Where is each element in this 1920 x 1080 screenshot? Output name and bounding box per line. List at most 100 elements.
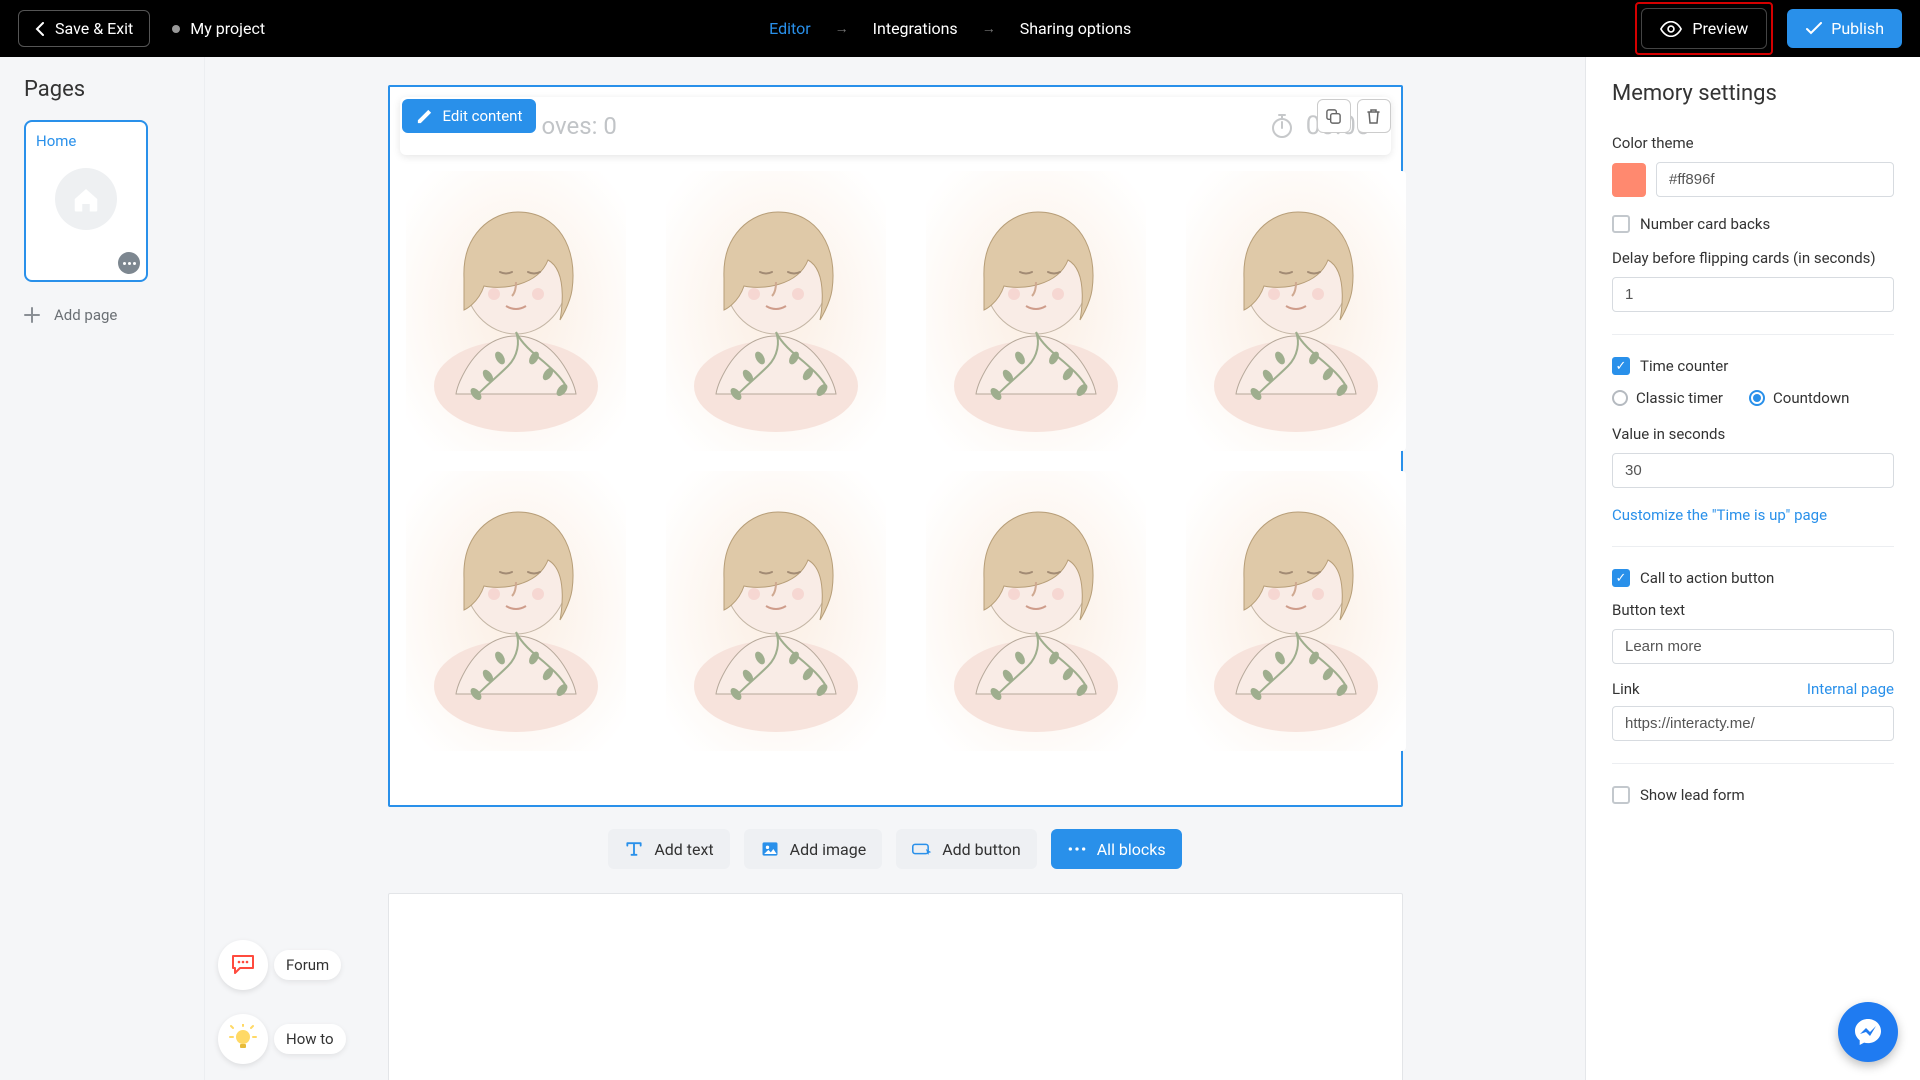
time-counter-label: Time counter <box>1640 357 1728 375</box>
right-panel: Memory settings Color theme Number card … <box>1585 57 1920 1080</box>
project-title: My project <box>190 19 265 38</box>
section-cta: Call to action button Button text Link I… <box>1612 569 1894 764</box>
crumb-sharing[interactable]: Sharing options <box>1020 19 1132 38</box>
radio-selected-icon <box>1749 390 1765 406</box>
cta-row[interactable]: Call to action button <box>1612 569 1894 587</box>
color-hex-input[interactable] <box>1656 162 1894 197</box>
section-lead: Show lead form <box>1612 786 1894 826</box>
link-label: Link <box>1612 680 1640 698</box>
add-image-button[interactable]: Add image <box>744 829 883 869</box>
publish-button[interactable]: Publish <box>1787 9 1902 48</box>
plus-icon <box>24 307 40 323</box>
messenger-icon <box>1852 1016 1884 1048</box>
section-timer: Time counter Classic timer Countdown Val… <box>1612 357 1894 547</box>
publish-label: Publish <box>1831 19 1884 38</box>
memory-card[interactable] <box>406 171 626 451</box>
chat-fab[interactable] <box>1838 1002 1898 1062</box>
block-toolbar: Add text Add image Add button All blocks <box>388 829 1403 869</box>
button-icon <box>912 839 932 859</box>
card-illustration <box>676 486 876 736</box>
add-text-button[interactable]: Add text <box>608 829 729 869</box>
cta-label: Call to action button <box>1640 569 1774 587</box>
left-panel: Pages Home Add page <box>0 57 205 1080</box>
card-illustration <box>416 486 616 736</box>
preview-highlight: Preview <box>1635 2 1773 55</box>
checkbox-unchecked[interactable] <box>1612 215 1630 233</box>
delay-input[interactable] <box>1612 277 1894 312</box>
delay-label: Delay before flipping cards (in seconds) <box>1612 249 1894 267</box>
preview-button[interactable]: Preview <box>1641 8 1767 49</box>
page-menu-button[interactable] <box>118 252 140 274</box>
show-lead-form-row[interactable]: Show lead form <box>1612 786 1894 804</box>
memory-card[interactable] <box>926 171 1146 451</box>
button-text-label: Button text <box>1612 601 1894 619</box>
stage-wrap: Edit content oves: 0 00 <box>388 85 1403 1080</box>
moves-display: oves: 0 <box>542 112 617 140</box>
topbar-right: Preview Publish <box>1635 2 1902 55</box>
number-card-backs-label: Number card backs <box>1640 215 1770 233</box>
all-blocks-label: All blocks <box>1097 840 1166 859</box>
card-illustration <box>936 486 1136 736</box>
memory-card[interactable] <box>406 471 626 751</box>
edit-content-label: Edit content <box>443 107 523 125</box>
add-page-button[interactable]: Add page <box>24 306 180 324</box>
card-illustration <box>936 186 1136 436</box>
topbar: Save & Exit My project Editor → Integrat… <box>0 0 1920 57</box>
crumb-integrations[interactable]: Integrations <box>873 19 958 38</box>
customize-timeup-link[interactable]: Customize the "Time is up" page <box>1612 506 1827 524</box>
internal-page-link[interactable]: Internal page <box>1807 680 1894 698</box>
topbar-left: Save & Exit My project <box>18 10 265 47</box>
link-input[interactable] <box>1612 706 1894 741</box>
memory-card[interactable] <box>1186 471 1406 751</box>
card-illustration <box>1196 486 1396 736</box>
stopwatch-icon <box>1270 112 1294 140</box>
memory-card[interactable] <box>1186 171 1406 451</box>
crumb-arrow-icon: → <box>835 20 849 37</box>
game-header: oves: 0 00:00 <box>400 97 1391 155</box>
value-seconds-input[interactable] <box>1612 453 1894 488</box>
pencil-icon <box>416 108 433 125</box>
delete-button[interactable] <box>1357 99 1391 133</box>
project-indicator: My project <box>172 19 265 38</box>
card-grid <box>400 167 1391 755</box>
save-exit-button[interactable]: Save & Exit <box>18 10 150 47</box>
stage-tools <box>1317 99 1391 133</box>
show-lead-form-label: Show lead form <box>1640 786 1745 804</box>
number-card-backs-row[interactable]: Number card backs <box>1612 215 1894 233</box>
checkbox-checked[interactable] <box>1612 357 1630 375</box>
checkbox-unchecked[interactable] <box>1612 786 1630 804</box>
eye-icon <box>1660 21 1682 37</box>
color-theme-label: Color theme <box>1612 134 1894 152</box>
check-icon <box>1805 22 1823 36</box>
button-text-input[interactable] <box>1612 629 1894 664</box>
breadcrumb: Editor → Integrations → Sharing options <box>769 19 1131 38</box>
rp-title: Memory settings <box>1612 81 1894 106</box>
duplicate-button[interactable] <box>1317 99 1351 133</box>
checkbox-checked[interactable] <box>1612 569 1630 587</box>
edit-content-button[interactable]: Edit content <box>402 99 537 133</box>
add-text-label: Add text <box>654 840 713 859</box>
canvas: Edit content oves: 0 00 <box>205 57 1585 1080</box>
all-blocks-button[interactable]: All blocks <box>1051 829 1182 869</box>
memory-card[interactable] <box>666 171 886 451</box>
trash-icon <box>1366 108 1381 125</box>
radio-classic-timer[interactable]: Classic timer <box>1612 389 1723 407</box>
add-image-label: Add image <box>790 840 867 859</box>
value-seconds-label: Value in seconds <box>1612 425 1894 443</box>
card-illustration <box>416 186 616 436</box>
timer-type-radios: Classic timer Countdown <box>1612 389 1894 407</box>
color-swatch[interactable] <box>1612 163 1646 197</box>
radio-countdown[interactable]: Countdown <box>1749 389 1849 407</box>
empty-block[interactable] <box>388 893 1403 1080</box>
page-thumb-home[interactable]: Home <box>24 120 148 282</box>
page-thumb-label: Home <box>36 132 136 150</box>
pages-title: Pages <box>24 77 180 102</box>
time-counter-row[interactable]: Time counter <box>1612 357 1894 375</box>
memory-card[interactable] <box>666 471 886 751</box>
preview-label: Preview <box>1692 19 1748 38</box>
add-button-button[interactable]: Add button <box>896 829 1037 869</box>
save-exit-label: Save & Exit <box>55 19 133 38</box>
memory-card[interactable] <box>926 471 1146 751</box>
memory-block[interactable]: Edit content oves: 0 00 <box>388 85 1403 807</box>
crumb-editor[interactable]: Editor <box>769 19 810 38</box>
